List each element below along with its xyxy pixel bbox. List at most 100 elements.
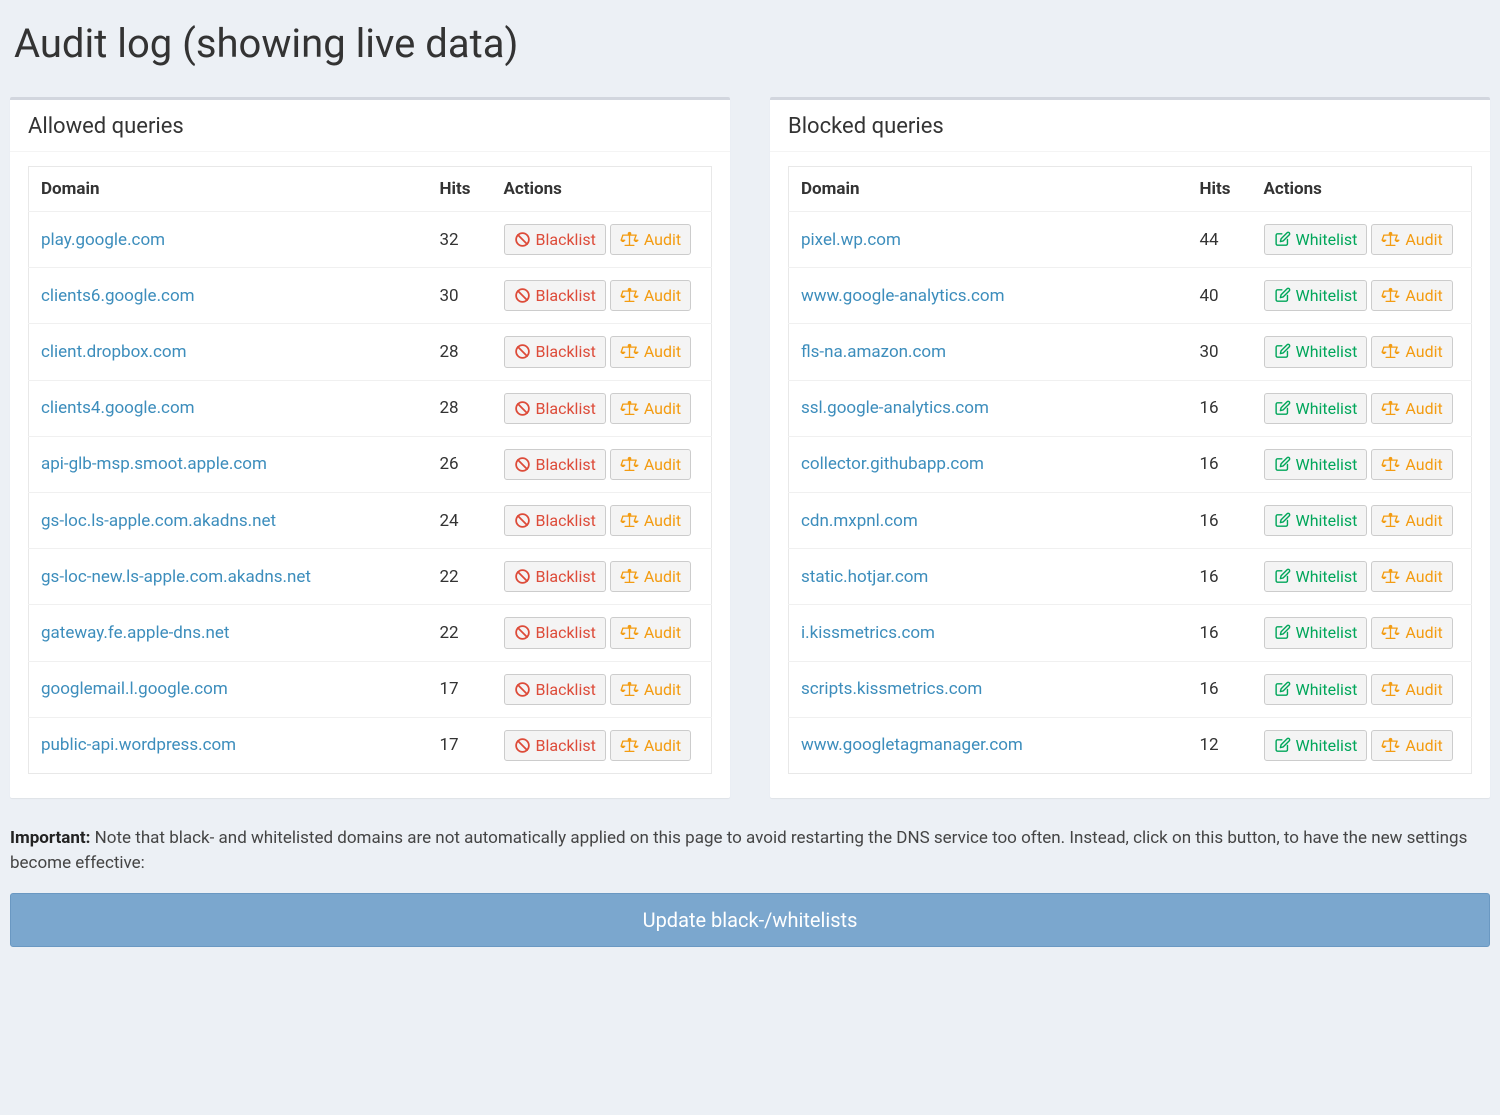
domain-link[interactable]: clients4.google.com	[41, 398, 195, 418]
ban-icon	[514, 231, 531, 248]
audit-button[interactable]: Audit	[610, 224, 691, 255]
audit-button[interactable]: Audit	[610, 561, 691, 592]
audit-button[interactable]: Audit	[1371, 224, 1452, 255]
whitelist-button[interactable]: Whitelist	[1264, 617, 1368, 648]
domain-link[interactable]: www.google-analytics.com	[801, 286, 1005, 306]
audit-button[interactable]: Audit	[1371, 674, 1452, 705]
edit-icon	[1274, 287, 1291, 304]
domain-link[interactable]: api-glb-msp.smoot.apple.com	[41, 454, 267, 474]
edit-icon	[1274, 568, 1291, 585]
whitelist-button[interactable]: Whitelist	[1264, 224, 1368, 255]
audit-button[interactable]: Audit	[610, 280, 691, 311]
whitelist-button[interactable]: Whitelist	[1264, 730, 1368, 761]
domain-link[interactable]: gateway.fe.apple-dns.net	[41, 623, 230, 643]
whitelist-label: Whitelist	[1296, 399, 1358, 418]
column-header-hits: Hits	[1188, 167, 1252, 212]
audit-button[interactable]: Audit	[1371, 561, 1452, 592]
audit-button[interactable]: Audit	[1371, 505, 1452, 536]
blacklist-button[interactable]: Blacklist	[504, 505, 606, 536]
blacklist-button[interactable]: Blacklist	[504, 336, 606, 367]
domain-link[interactable]: cdn.mxpnl.com	[801, 511, 918, 531]
edit-icon	[1274, 681, 1291, 698]
edit-icon	[1274, 624, 1291, 641]
whitelist-button[interactable]: Whitelist	[1264, 280, 1368, 311]
domain-link[interactable]: collector.githubapp.com	[801, 454, 984, 474]
balance-scale-icon	[620, 287, 639, 304]
whitelist-button[interactable]: Whitelist	[1264, 393, 1368, 424]
domain-link[interactable]: www.googletagmanager.com	[801, 735, 1023, 755]
audit-label: Audit	[1405, 455, 1442, 474]
hits-value: 16	[1188, 661, 1252, 717]
whitelist-button[interactable]: Whitelist	[1264, 336, 1368, 367]
edit-icon	[1274, 231, 1291, 248]
ban-icon	[514, 287, 531, 304]
update-lists-button[interactable]: Update black-/whitelists	[10, 893, 1490, 947]
domain-link[interactable]: clients6.google.com	[41, 286, 195, 306]
audit-button[interactable]: Audit	[610, 336, 691, 367]
table-row: gs-loc.ls-apple.com.akadns.net 24 Blacklis…	[29, 492, 712, 548]
balance-scale-icon	[1381, 681, 1400, 698]
column-header-domain: Domain	[789, 167, 1188, 212]
audit-button[interactable]: Audit	[1371, 393, 1452, 424]
audit-label: Audit	[1405, 567, 1442, 586]
domain-link[interactable]: client.dropbox.com	[41, 342, 187, 362]
whitelist-button[interactable]: Whitelist	[1264, 561, 1368, 592]
hits-value: 24	[428, 492, 492, 548]
allowed-queries-table: Domain Hits Actions play.google.com32Bla…	[28, 166, 712, 774]
domain-link[interactable]: i.kissmetrics.com	[801, 623, 935, 643]
audit-button[interactable]: Audit	[1371, 336, 1452, 367]
domain-link[interactable]: gs-loc-new.ls-apple.com.akadns.net	[41, 567, 311, 587]
whitelist-button[interactable]: Whitelist	[1264, 505, 1368, 536]
domain-link[interactable]: play.google.com	[41, 230, 165, 250]
audit-button[interactable]: Audit	[610, 730, 691, 761]
table-row: clients6.google.com30BlacklistAudit	[29, 268, 712, 324]
audit-button[interactable]: Audit	[1371, 449, 1452, 480]
hits-value: 16	[1188, 436, 1252, 492]
whitelist-label: Whitelist	[1296, 286, 1358, 305]
domain-link[interactable]: ssl.google-analytics.com	[801, 398, 989, 418]
whitelist-button[interactable]: Whitelist	[1264, 449, 1368, 480]
audit-label: Audit	[644, 680, 681, 699]
blacklist-button[interactable]: Blacklist	[504, 674, 606, 705]
balance-scale-icon	[1381, 287, 1400, 304]
audit-button[interactable]: Audit	[610, 617, 691, 648]
domain-link[interactable]: pixel.wp.com	[801, 230, 901, 250]
blacklist-button[interactable]: Blacklist	[504, 280, 606, 311]
blacklist-button[interactable]: Blacklist	[504, 561, 606, 592]
whitelist-button[interactable]: Whitelist	[1264, 674, 1368, 705]
balance-scale-icon	[620, 681, 639, 698]
audit-button[interactable]: Audit	[1371, 617, 1452, 648]
domain-link[interactable]: googlemail.l.google.com	[41, 679, 228, 699]
blacklist-button[interactable]: Blacklist	[504, 730, 606, 761]
audit-button[interactable]: Audit	[1371, 730, 1452, 761]
edit-icon	[1274, 456, 1291, 473]
audit-button[interactable]: Audit	[610, 449, 691, 480]
table-row: pixel.wp.com44WhitelistAudit	[789, 212, 1472, 268]
hits-value: 16	[1188, 605, 1252, 661]
column-header-actions: Actions	[1252, 167, 1472, 212]
audit-button[interactable]: Audit	[610, 505, 691, 536]
table-row: scripts.kissmetrics.com 16 WhitelistAudit	[789, 661, 1472, 717]
domain-link[interactable]: gs-loc.ls-apple.com.akadns.net	[41, 511, 276, 531]
audit-label: Audit	[644, 342, 681, 361]
blocked-queries-table: Domain Hits Actions pixel.wp.com44Whitel…	[788, 166, 1472, 774]
audit-button[interactable]: Audit	[1371, 280, 1452, 311]
blacklist-label: Blacklist	[536, 342, 596, 361]
audit-button[interactable]: Audit	[610, 393, 691, 424]
blacklist-button[interactable]: Blacklist	[504, 393, 606, 424]
blacklist-button[interactable]: Blacklist	[504, 224, 606, 255]
hits-value: 16	[1188, 549, 1252, 605]
domain-link[interactable]: scripts.kissmetrics.com	[801, 679, 982, 699]
domain-link[interactable]: public-api.wordpress.com	[41, 735, 236, 755]
domain-link[interactable]: fls-na.amazon.com	[801, 342, 946, 362]
notice-body: Note that black- and whitelisted domains…	[10, 828, 1467, 874]
edit-icon	[1274, 343, 1291, 360]
column-header-domain: Domain	[29, 167, 428, 212]
blacklist-button[interactable]: Blacklist	[504, 617, 606, 648]
blacklist-label: Blacklist	[536, 230, 596, 249]
table-row: clients4.google.com28BlacklistAudit	[29, 380, 712, 436]
audit-button[interactable]: Audit	[610, 674, 691, 705]
blacklist-button[interactable]: Blacklist	[504, 449, 606, 480]
column-header-hits: Hits	[428, 167, 492, 212]
domain-link[interactable]: static.hotjar.com	[801, 567, 928, 587]
